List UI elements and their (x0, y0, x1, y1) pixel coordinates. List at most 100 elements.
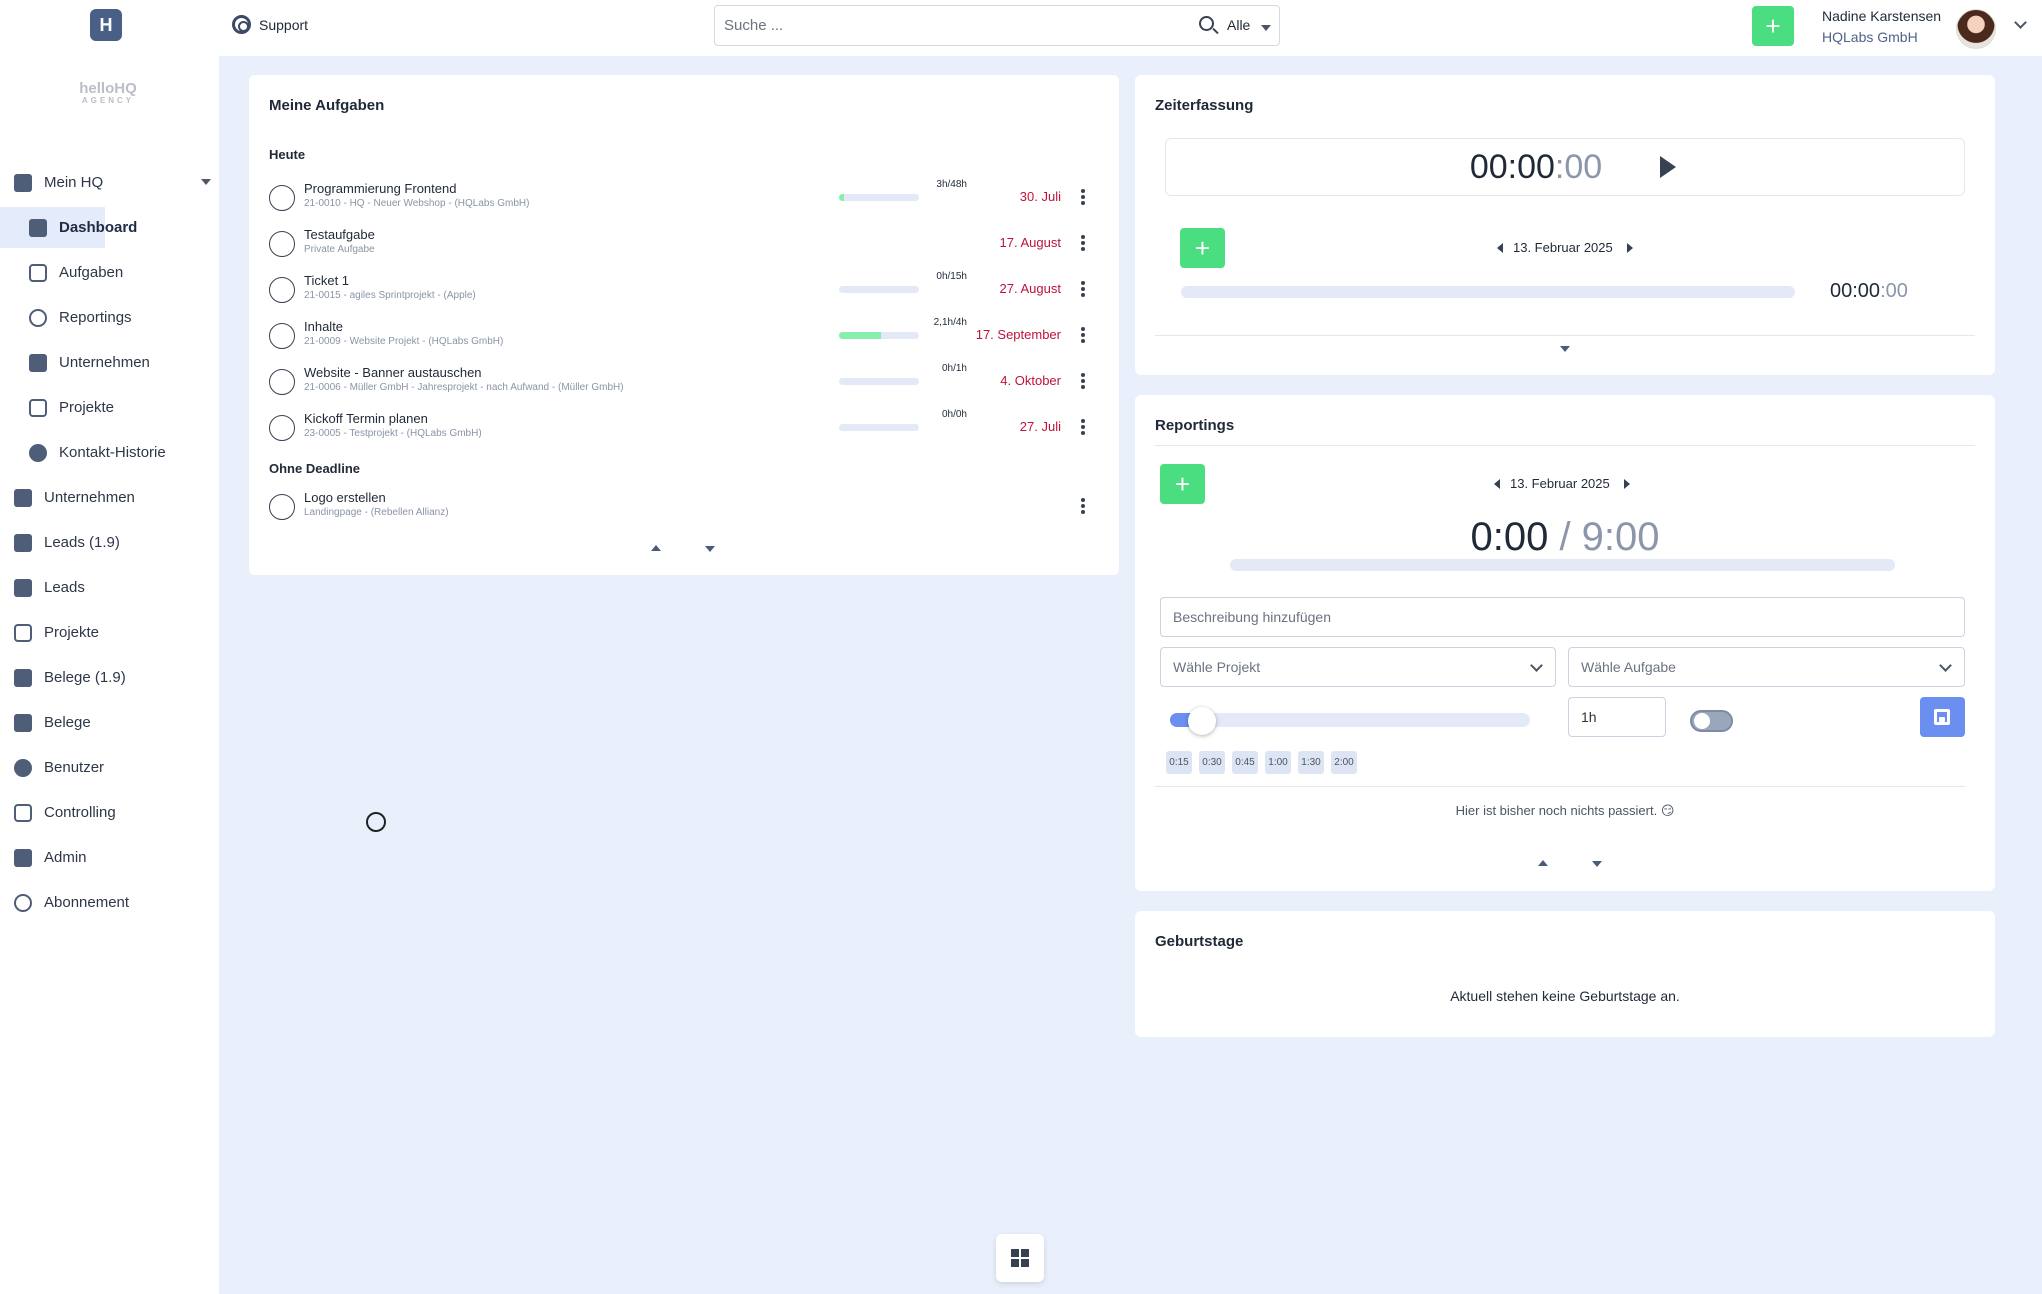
quick-time-chip[interactable]: 1:00 (1265, 751, 1291, 774)
sidebar-item-dashboard[interactable]: Dashboard (0, 205, 219, 250)
timer-display: 00:00:00 (1165, 138, 1965, 196)
support-link[interactable]: Support (232, 15, 308, 34)
save-icon (1934, 709, 1950, 725)
project-select[interactable]: Wähle Projekt (1160, 647, 1556, 687)
building-icon (29, 353, 47, 372)
quick-time-chip[interactable]: 1:30 (1298, 751, 1324, 774)
scroll-up-icon[interactable] (651, 545, 661, 551)
task-row[interactable]: Inhalte 21-0009 - Website Projekt - (HQLa… (249, 313, 1117, 359)
complete-task-checkbox[interactable] (269, 369, 295, 395)
search-icon[interactable] (1199, 16, 1214, 31)
home-people-icon (14, 173, 32, 192)
expand-icon[interactable] (1560, 346, 1570, 352)
scroll-down-icon[interactable] (1592, 861, 1602, 867)
task-name[interactable]: Website - Banner austauschen (304, 365, 482, 380)
previous-day-icon[interactable] (1497, 243, 1503, 253)
search-bar: Alle (714, 5, 1280, 46)
description-input[interactable] (1173, 609, 1964, 625)
quick-time-chip[interactable]: 0:45 (1232, 751, 1258, 774)
add-reporting-button[interactable]: + (1160, 464, 1205, 504)
scroll-up-icon[interactable] (1538, 860, 1548, 866)
task-row[interactable]: Programmierung Frontend 21-0010 - HQ - Ne… (249, 175, 1117, 221)
quick-time-chip[interactable]: 0:15 (1166, 751, 1192, 774)
user-menu[interactable]: Nadine Karstensen HQLabs GmbH (1822, 6, 1941, 48)
sidebar-item-projekte[interactable]: Projekte (0, 610, 219, 655)
user-company: HQLabs GmbH (1822, 29, 1918, 45)
sidebar-item-abonnement[interactable]: Abonnement (0, 880, 219, 925)
complete-task-checkbox[interactable] (269, 277, 295, 303)
sidebar-item-leads[interactable]: Leads (0, 565, 219, 610)
quick-add-button[interactable]: + (1752, 6, 1794, 46)
more-options-icon[interactable] (1077, 229, 1089, 257)
app-logo[interactable]: H (90, 9, 122, 41)
sidebar-item-label: Projekte (44, 624, 100, 641)
sidebar-item-reportings[interactable]: Reportings (0, 295, 219, 340)
task-row[interactable]: Testaufgabe Private Aufgabe 17. August (249, 221, 1117, 267)
avatar[interactable] (1956, 9, 1996, 49)
task-name[interactable]: Inhalte (304, 319, 343, 334)
more-options-icon[interactable] (1077, 183, 1089, 211)
sidebar-item-mein-hq[interactable]: Mein HQ (0, 160, 219, 205)
sidebar-item-label: Belege (44, 714, 91, 731)
sidebar-item-leads-1-9[interactable]: Leads (1.9) (0, 520, 219, 565)
duration-slider[interactable] (1170, 707, 1530, 735)
task-row[interactable]: Ticket 1 21-0015 - agiles Sprintprojekt -… (249, 267, 1117, 313)
more-options-icon[interactable] (1077, 275, 1089, 303)
add-time-entry-button[interactable]: + (1180, 228, 1225, 268)
more-options-icon[interactable] (1077, 321, 1089, 349)
more-options-icon[interactable] (1077, 413, 1089, 441)
support-label: Support (259, 16, 309, 33)
task-name[interactable]: Testaufgabe (304, 227, 375, 242)
today-label: Heute (269, 147, 306, 162)
more-options-icon[interactable] (1077, 492, 1089, 520)
complete-task-checkbox[interactable] (269, 494, 295, 520)
sidebar-item-admin[interactable]: Admin (0, 835, 219, 880)
reportings-progress (1230, 559, 1895, 571)
task-select[interactable]: Wähle Aufgabe (1568, 647, 1965, 687)
widget-layout-button[interactable] (996, 1234, 1044, 1282)
sidebar-item-benutzer[interactable]: Benutzer (0, 745, 219, 790)
save-button[interactable] (1920, 697, 1965, 737)
task-progress-bar (839, 194, 919, 201)
task-project: Private Aufgabe (304, 244, 375, 255)
scroll-down-icon[interactable] (705, 546, 715, 552)
sidebar-item-unternehmen[interactable]: Unternehmen (0, 340, 219, 385)
sidebar-item-kontakt-historie[interactable]: Kontakt-Historie (0, 430, 219, 475)
task-name[interactable]: Programmierung Frontend (304, 181, 456, 196)
task-row[interactable]: Website - Banner austauschen 21-0006 - Mü… (249, 359, 1117, 405)
task-row[interactable]: Logo erstellen Landingpage - (Rebellen Al… (249, 484, 1117, 530)
previous-day-icon[interactable] (1494, 479, 1500, 489)
next-day-icon[interactable] (1627, 243, 1633, 253)
sidebar-item-label: Admin (44, 849, 87, 866)
duration-slider-handle[interactable] (1188, 707, 1216, 735)
search-input[interactable] (715, 6, 1185, 45)
sidebar-item-belege[interactable]: Belege (0, 700, 219, 745)
complete-task-checkbox[interactable] (269, 231, 295, 257)
leads-icon (14, 578, 32, 597)
duration-input[interactable] (1581, 709, 1665, 725)
target-time: 9:00 (1581, 515, 1660, 559)
task-name[interactable]: Ticket 1 (304, 273, 349, 288)
more-options-icon[interactable] (1077, 367, 1089, 395)
chevron-down-icon[interactable] (1261, 25, 1271, 31)
task-name[interactable]: Logo erstellen (304, 490, 386, 505)
sidebar-item-unternehmen[interactable]: Unternehmen (0, 475, 219, 520)
next-day-icon[interactable] (1624, 479, 1630, 489)
sidebar-item-projekte[interactable]: Projekte (0, 385, 219, 430)
search-scope-select[interactable]: Alle (1227, 17, 1250, 33)
task-project: Landingpage - (Rebellen Allianz) (304, 507, 449, 518)
sidebar-item-label: Controlling (44, 804, 116, 821)
play-icon[interactable] (1660, 156, 1676, 178)
billable-toggle[interactable] (1690, 710, 1733, 732)
sidebar-item-aufgaben[interactable]: Aufgaben (0, 250, 219, 295)
sidebar-item-belege-1-9[interactable]: Belege (1.9) (0, 655, 219, 700)
complete-task-checkbox[interactable] (269, 323, 295, 349)
chevron-down-icon[interactable] (201, 179, 211, 185)
task-name[interactable]: Kickoff Termin planen (304, 411, 428, 426)
sidebar-item-controlling[interactable]: Controlling (0, 790, 219, 835)
task-row[interactable]: Kickoff Termin planen 23-0005 - Testproje… (249, 405, 1117, 451)
complete-task-checkbox[interactable] (269, 415, 295, 441)
quick-time-chip[interactable]: 0:30 (1199, 751, 1225, 774)
quick-time-chip[interactable]: 2:00 (1331, 751, 1357, 774)
complete-task-checkbox[interactable] (269, 185, 295, 211)
